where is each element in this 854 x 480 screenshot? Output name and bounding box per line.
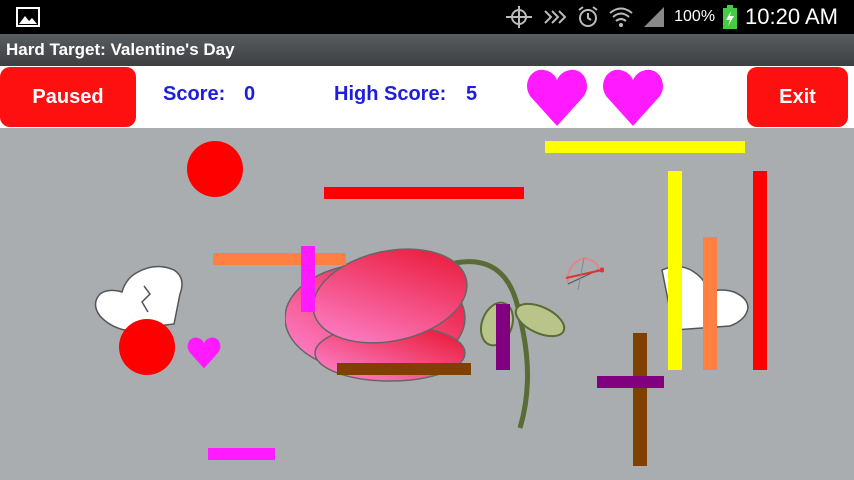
app-title-bar: Hard Target: Valentine's Day <box>0 34 854 66</box>
score-label: Score: <box>163 83 226 105</box>
exit-button[interactable]: Exit <box>747 67 848 127</box>
alarm-icon <box>576 5 600 29</box>
brown-bar <box>633 333 647 466</box>
cupid-bow-icon[interactable] <box>562 256 604 290</box>
pause-button[interactable]: Paused <box>0 67 136 127</box>
high-score-label: High Score: <box>334 83 447 105</box>
status-bar: 100% 10:20 AM <box>0 0 854 34</box>
yellow-bar <box>545 141 745 153</box>
cell-signal-icon <box>642 5 666 29</box>
game-area[interactable] <box>0 128 854 480</box>
high-score-value: 5 <box>466 83 478 105</box>
magenta-bar <box>301 246 315 312</box>
score-value: 0 <box>244 83 256 105</box>
gallery-icon <box>16 7 40 27</box>
orange-bar <box>213 253 346 265</box>
orange-bar <box>703 237 717 370</box>
red-ball[interactable] <box>119 319 175 375</box>
status-clock: 10:20 AM <box>745 4 838 29</box>
yellow-bar <box>668 171 682 370</box>
small-heart-icon[interactable] <box>187 336 221 370</box>
wifi-icon <box>608 5 634 29</box>
purple-bar <box>496 304 510 370</box>
life-heart-icon <box>526 68 587 128</box>
red-bar <box>324 187 524 199</box>
red-bar <box>753 171 767 370</box>
magenta-bar <box>208 448 275 460</box>
red-ball[interactable] <box>187 141 243 197</box>
battery-charging-icon <box>723 5 738 29</box>
battery-percent: 100% <box>674 8 716 25</box>
app-title: Hard Target: Valentine's Day <box>6 40 235 59</box>
purple-bar <box>597 376 664 388</box>
brown-bar <box>337 363 471 375</box>
gps-icon <box>504 5 534 29</box>
life-heart-icon <box>602 68 663 128</box>
signal-mute-icon <box>542 5 568 29</box>
hud-bar: Paused Score: 0 High Score: 5 Exit <box>0 66 854 128</box>
